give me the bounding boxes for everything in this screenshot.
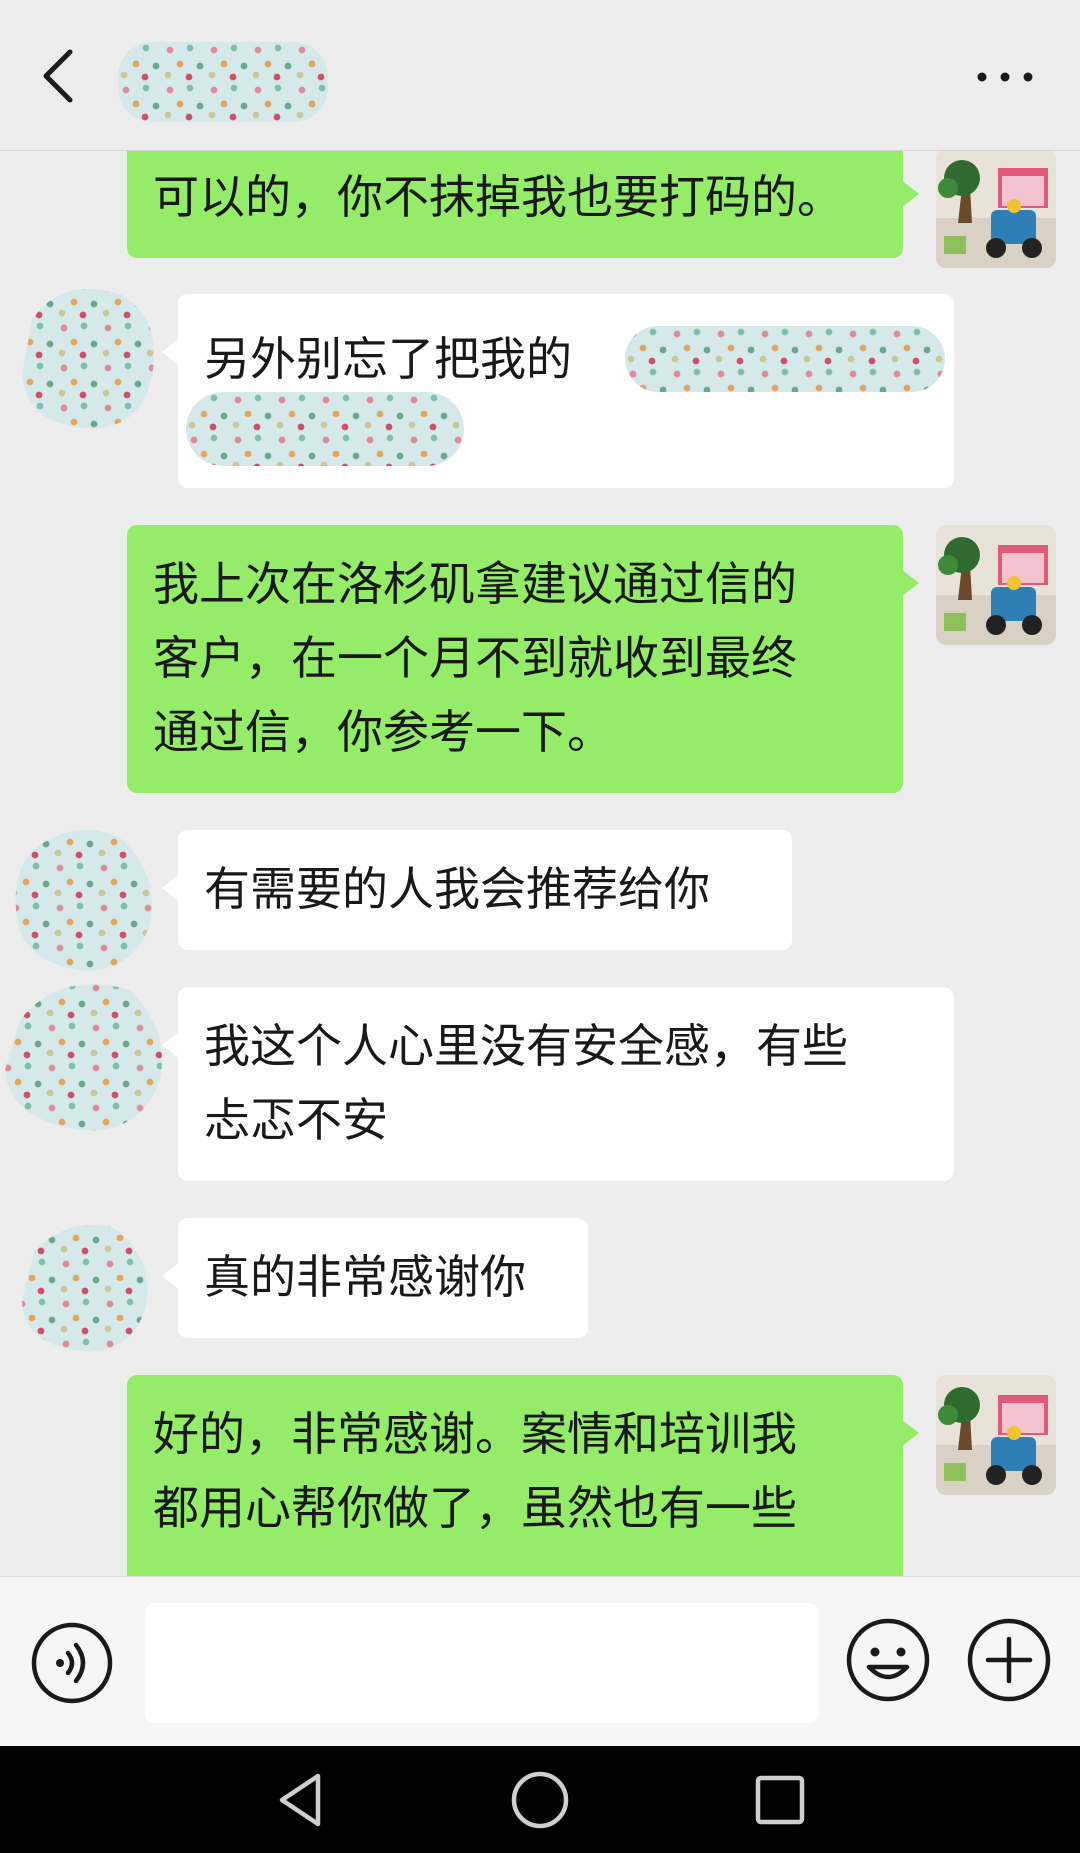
- message-text-line: 我上次在洛杉矶拿建议通过信的: [153, 557, 797, 611]
- message-bubble-received[interactable]: 有需要的人我会推荐给你: [162, 830, 792, 950]
- message-bubble-sent[interactable]: 可以的，你不抹掉我也要打码的。: [127, 150, 919, 258]
- message-bubble-received[interactable]: 真的非常感谢你: [162, 1218, 588, 1338]
- message-text: 另外别忘了把我的: [204, 332, 572, 386]
- emoji-button[interactable]: [845, 1617, 931, 1703]
- message-text-line: 我这个人心里没有安全感，有些: [204, 1019, 848, 1073]
- self-avatar[interactable]: [936, 525, 1056, 645]
- message-text: 有需要的人我会推荐给你: [204, 862, 710, 916]
- message-list[interactable]: 可以的，你不抹掉我也要打码的。 另外别忘了把我的 我上次在洛杉矶拿建议通过信的 …: [0, 150, 1080, 1576]
- message-input[interactable]: [145, 1603, 819, 1723]
- lego-photo-icon: [936, 525, 1056, 645]
- chat-screen: 可以的，你不抹掉我也要打码的。 另外别忘了把我的 我上次在洛杉矶拿建议通过信的 …: [0, 0, 1080, 1853]
- message-bubble-sent[interactable]: 我上次在洛杉矶拿建议通过信的 客户，在一个月不到就收到最终 通过信，你参考一下。: [127, 525, 919, 793]
- message-text-line: 通过信，你参考一下。: [153, 705, 613, 759]
- nav-recent-square-icon: [755, 1775, 805, 1825]
- chat-input-bar: [0, 1576, 1080, 1747]
- message-text-line: 客户，在一个月不到就收到最终: [153, 631, 797, 685]
- chat-header: [0, 0, 1080, 151]
- contact-name-redacted: [118, 42, 328, 122]
- contact-avatar-redacted[interactable]: [14, 1216, 169, 1371]
- more-dots-icon: [977, 72, 1033, 82]
- contact-avatar-redacted[interactable]: [12, 280, 167, 435]
- message-text: 真的非常感谢你: [204, 1250, 526, 1304]
- voice-button[interactable]: [30, 1621, 114, 1705]
- more-button[interactable]: [970, 55, 1040, 100]
- chevron-left-icon: [43, 49, 73, 103]
- contact-avatar-redacted[interactable]: [0, 980, 162, 1135]
- contact-avatar-redacted[interactable]: [8, 820, 163, 975]
- redacted-text: [625, 326, 945, 392]
- self-avatar[interactable]: [936, 1375, 1056, 1495]
- lego-photo-icon: [936, 150, 1056, 268]
- plus-icon: [967, 1618, 1051, 1702]
- message-bubble-received[interactable]: 我这个人心里没有安全感，有些 忐忑不安: [162, 987, 954, 1181]
- nav-home-circle-icon: [511, 1771, 569, 1829]
- voice-icon: [31, 1622, 113, 1704]
- message-bubble-sent[interactable]: 好的，非常感谢。案情和培训我 都用心帮你做了，虽然也有一些: [127, 1375, 919, 1576]
- emoji-icon: [846, 1618, 930, 1702]
- message-text-line: 忐忑不安: [204, 1093, 388, 1147]
- self-avatar[interactable]: [936, 150, 1056, 268]
- nav-back-triangle-icon: [279, 1773, 321, 1827]
- message-text: 可以的，你不抹掉我也要打码的。: [153, 170, 843, 224]
- nav-home-button[interactable]: [508, 1768, 572, 1832]
- more-functions-button[interactable]: [966, 1617, 1052, 1703]
- system-navigation-bar: [0, 1746, 1080, 1853]
- message-text-line: 都用心帮你做了，虽然也有一些: [153, 1481, 797, 1535]
- redacted-text: [186, 392, 464, 466]
- nav-recent-button[interactable]: [748, 1768, 812, 1832]
- message-text-line: 好的，非常感谢。案情和培训我: [153, 1407, 797, 1461]
- back-button[interactable]: [30, 40, 90, 110]
- lego-photo-icon: [936, 1375, 1056, 1495]
- nav-back-button[interactable]: [270, 1768, 334, 1832]
